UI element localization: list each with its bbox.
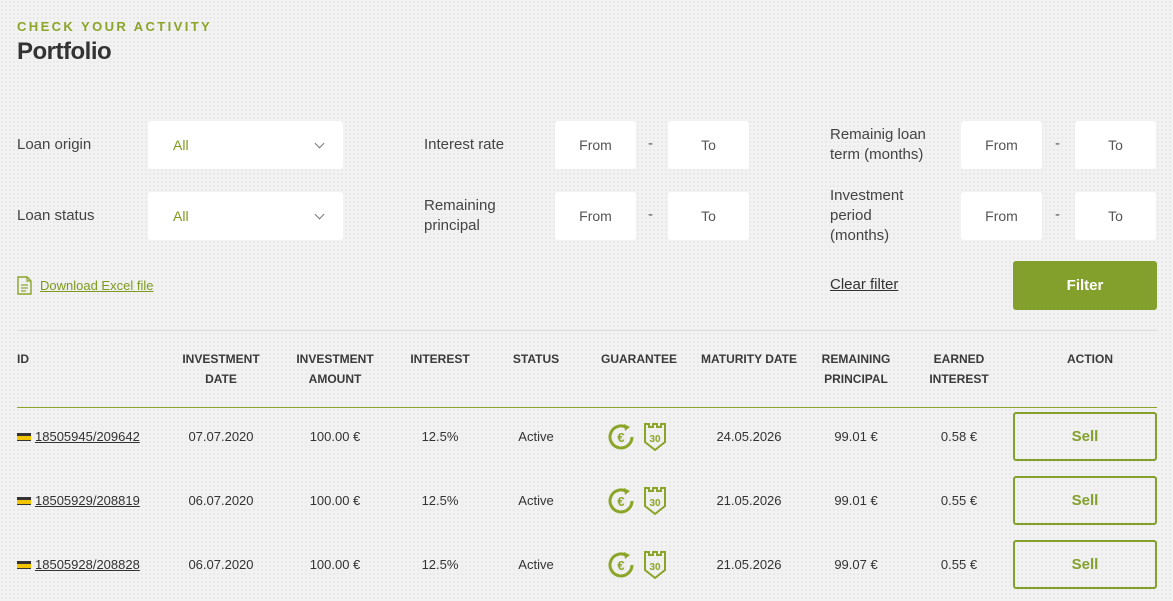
clear-filter-link[interactable]: Clear filter: [830, 276, 898, 293]
col-header-investment-date: INVESTMENT DATE: [182, 352, 260, 386]
interest-cell: 12.5%: [421, 429, 459, 444]
card-icon: [17, 432, 31, 441]
remaining-principal-to-input[interactable]: To: [668, 192, 749, 240]
interest-cell: 12.5%: [421, 493, 459, 508]
row-id: 18505928/208828: [17, 557, 140, 572]
status-cell: Active: [518, 493, 554, 508]
svg-text:€: €: [617, 558, 624, 573]
remaining-principal-cell: 99.07 €: [834, 557, 878, 572]
loan-id-link[interactable]: 18505928/208828: [35, 557, 140, 572]
remaining-term-from-input[interactable]: From: [961, 121, 1042, 169]
card-icon: [17, 560, 31, 569]
download-excel-label: Download Excel file: [40, 278, 154, 293]
range-dash: -: [1055, 135, 1060, 152]
euro-buyback-icon: €: [608, 552, 634, 578]
loan-origin-label: Loan origin: [17, 136, 92, 153]
shield-30-icon: 30: [644, 487, 666, 516]
download-excel-link[interactable]: Download Excel file: [17, 276, 153, 295]
col-header-remaining-principal: REMAINING PRINCIPAL: [821, 352, 891, 386]
col-header-status: STATUS: [512, 352, 560, 366]
remaining-term-to-input[interactable]: To: [1075, 121, 1156, 169]
svg-text:€: €: [617, 430, 624, 445]
status-cell: Active: [518, 429, 554, 444]
maturity-date-cell: 24.05.2026: [716, 429, 782, 444]
sell-button[interactable]: Sell: [1013, 540, 1157, 589]
remaining-principal-cell: 99.01 €: [834, 493, 878, 508]
investment-date-cell: 07.07.2020: [188, 429, 254, 444]
row-id: 18505945/209642: [17, 429, 140, 444]
investment-amount-cell: 100.00 €: [309, 557, 361, 572]
header-divider: [17, 407, 1157, 408]
remaining-principal-from-input[interactable]: From: [555, 192, 636, 240]
svg-text:€: €: [617, 494, 624, 509]
chevron-down-icon: [314, 138, 325, 148]
col-header-guarantee: GUARANTEE: [600, 352, 677, 366]
range-dash: -: [648, 206, 653, 223]
loan-status-label: Loan status: [17, 207, 95, 224]
range-dash: -: [1055, 206, 1060, 223]
guarantee-days-label: 30: [649, 434, 661, 445]
earned-interest-cell: 0.55 €: [940, 493, 978, 508]
loan-origin-select[interactable]: All: [148, 121, 343, 169]
euro-buyback-icon: €: [608, 488, 634, 514]
investment-date-cell: 06.07.2020: [188, 557, 254, 572]
col-header-investment-amount: INVESTMENT AMOUNT: [296, 352, 374, 386]
row-id: 18505929/208819: [17, 493, 140, 508]
card-icon: [17, 496, 31, 505]
page-title: Portfolio: [17, 38, 112, 65]
maturity-date-cell: 21.05.2026: [716, 557, 782, 572]
euro-buyback-icon: €: [608, 424, 634, 450]
loan-origin-value: All: [173, 137, 189, 153]
guarantee-cell: € 30: [605, 421, 667, 453]
col-header-earned-interest: EARNED INTEREST: [929, 352, 989, 386]
investment-amount-cell: 100.00 €: [309, 429, 361, 444]
chevron-down-icon: [314, 209, 325, 219]
section-kicker: CHECK YOUR ACTIVITY: [17, 19, 213, 34]
interest-rate-from-input[interactable]: From: [555, 121, 636, 169]
col-header-action: ACTION: [1067, 352, 1113, 366]
loan-status-select[interactable]: All: [148, 192, 343, 240]
shield-30-icon: 30: [644, 551, 666, 580]
range-dash: -: [648, 135, 653, 152]
sell-button[interactable]: Sell: [1013, 476, 1157, 525]
sell-button[interactable]: Sell: [1013, 412, 1157, 461]
earned-interest-cell: 0.58 €: [940, 429, 978, 444]
col-header-maturity-date: MATURITY DATE: [701, 352, 797, 366]
filter-button[interactable]: Filter: [1013, 261, 1157, 310]
investment-period-to-input[interactable]: To: [1075, 192, 1156, 240]
guarantee-cell: € 30: [605, 549, 667, 581]
col-header-interest: INTEREST: [410, 352, 470, 366]
interest-rate-label: Interest rate: [424, 136, 505, 153]
loan-id-link[interactable]: 18505945/209642: [35, 429, 140, 444]
document-icon: [17, 276, 32, 295]
guarantee-days-label: 30: [649, 562, 661, 573]
earned-interest-cell: 0.55 €: [940, 557, 978, 572]
col-header-id: ID: [17, 352, 29, 366]
shield-30-icon: 30: [644, 423, 666, 452]
maturity-date-cell: 21.05.2026: [716, 493, 782, 508]
investment-date-cell: 06.07.2020: [188, 493, 254, 508]
remaining-principal-label: Remaining principal: [424, 197, 496, 234]
interest-rate-to-input[interactable]: To: [668, 121, 749, 169]
divider: [17, 330, 1157, 331]
status-cell: Active: [518, 557, 554, 572]
remaining-principal-cell: 99.01 €: [834, 429, 878, 444]
interest-cell: 12.5%: [421, 557, 459, 572]
remaining-term-label: Remainig loan term (months): [830, 126, 926, 163]
investment-period-label: Investment period (months): [830, 187, 904, 244]
guarantee-days-label: 30: [649, 498, 661, 509]
guarantee-cell: € 30: [605, 485, 667, 517]
investment-period-from-input[interactable]: From: [961, 192, 1042, 240]
loan-id-link[interactable]: 18505929/208819: [35, 493, 140, 508]
investment-amount-cell: 100.00 €: [309, 493, 361, 508]
loan-status-value: All: [173, 208, 189, 224]
